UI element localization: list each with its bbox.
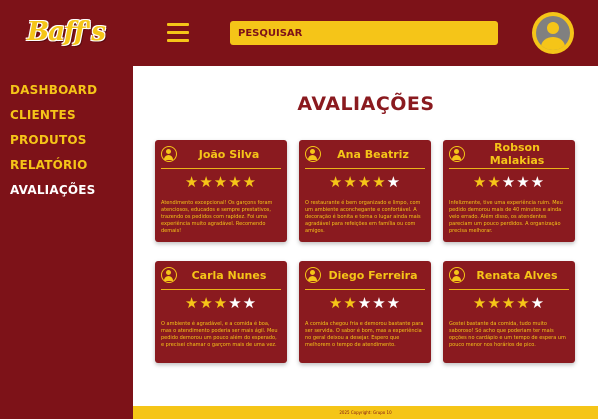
divider (161, 168, 281, 169)
star-filled-icon: ★ (213, 173, 229, 191)
star-filled-icon: ★ (472, 294, 488, 312)
divider (305, 289, 425, 290)
star-empty-icon: ★ (516, 173, 531, 191)
star-filled-icon: ★ (343, 173, 358, 191)
review-text: O ambiente é agradável, e a comida é boa… (161, 321, 278, 348)
star-empty-icon: ★ (501, 173, 517, 191)
brand-logo[interactable]: Baff's (18, 12, 114, 52)
star-filled-icon: ★ (213, 294, 229, 312)
star-filled-icon: ★ (199, 173, 214, 191)
sidebar-nav: DASHBOARD CLIENTES PRODUTOS RELATÓRIO AV… (10, 82, 97, 207)
review-text: O restaurante é bem organizado e limpo, … (305, 200, 421, 234)
star-filled-icon: ★ (328, 173, 344, 191)
sidebar-item-avaliacoes[interactable]: AVALIAÇÕES (10, 182, 97, 207)
star-filled-icon: ★ (487, 173, 502, 191)
footer-text: 2025 Copyright: Grupo 10 (339, 410, 392, 415)
star-filled-icon: ★ (184, 173, 200, 191)
sidebar-item-relatorio[interactable]: RELATÓRIO (10, 157, 97, 182)
star-rating: ★★★★★ (161, 295, 281, 313)
reviewer-name: Carla Nunes (191, 268, 267, 282)
logo-text: Baff's (27, 17, 106, 47)
star-filled-icon: ★ (199, 294, 214, 312)
star-empty-icon: ★ (228, 294, 243, 312)
reviewer-name: Renata Alves (476, 268, 558, 282)
star-empty-icon: ★ (530, 294, 546, 312)
star-filled-icon: ★ (372, 173, 387, 191)
search-input[interactable] (230, 21, 498, 45)
star-filled-icon: ★ (343, 294, 358, 312)
user-icon (161, 267, 177, 283)
star-filled-icon: ★ (357, 173, 373, 191)
review-card: Ana Beatriz ★★★★★ O restaurante é bem or… (299, 140, 431, 242)
star-filled-icon: ★ (228, 173, 243, 191)
top-bar (133, 0, 598, 66)
star-empty-icon: ★ (357, 294, 373, 312)
user-icon (305, 146, 321, 162)
reviewer-name: Robson Malakias (489, 141, 545, 167)
divider (449, 289, 569, 290)
divider (449, 168, 569, 169)
star-rating: ★★★★★ (449, 295, 569, 313)
star-empty-icon: ★ (386, 294, 402, 312)
review-card: João Silva ★★★★★ Atendimento excepcional… (155, 140, 287, 242)
sidebar: Baff's DASHBOARD CLIENTES PRODUTOS RELAT… (0, 0, 133, 419)
reviewer-name: Ana Beatriz (337, 147, 409, 161)
review-text: A comida chegou fria e demorou bastante … (305, 321, 424, 348)
user-avatar[interactable] (532, 12, 574, 54)
user-icon (161, 146, 177, 162)
star-filled-icon: ★ (328, 294, 344, 312)
review-text: Atendimento excepcional! Os garçons fora… (161, 200, 273, 234)
user-icon (536, 16, 570, 50)
star-rating: ★★★★★ (161, 174, 281, 192)
star-rating: ★★★★★ (305, 295, 425, 313)
star-filled-icon: ★ (487, 294, 502, 312)
star-rating: ★★★★★ (449, 174, 569, 192)
footer: 2025 Copyright: Grupo 10 (133, 406, 598, 419)
star-filled-icon: ★ (472, 173, 488, 191)
user-icon (449, 146, 465, 162)
divider (305, 168, 425, 169)
hamburger-menu-icon[interactable] (167, 23, 189, 42)
sidebar-item-produtos[interactable]: PRODUTOS (10, 132, 97, 157)
star-filled-icon: ★ (184, 294, 200, 312)
divider (161, 289, 281, 290)
star-empty-icon: ★ (530, 173, 546, 191)
review-card: Renata Alves ★★★★★ Gostei bastante da co… (443, 261, 575, 363)
review-card: Diego Ferreira ★★★★★ A comida chegou fri… (299, 261, 431, 363)
review-card: Robson Malakias ★★★★★ Infelizmente, tive… (443, 140, 575, 242)
star-empty-icon: ★ (372, 294, 387, 312)
review-text: Infelizmente, tive uma experiência ruim.… (449, 200, 563, 234)
user-icon (305, 267, 321, 283)
review-card: Carla Nunes ★★★★★ O ambiente é agradável… (155, 261, 287, 363)
star-empty-icon: ★ (242, 294, 258, 312)
review-text: Gostei bastante da comida, tudo muito sa… (449, 321, 566, 348)
reviewer-name: Diego Ferreira (328, 268, 418, 282)
star-filled-icon: ★ (516, 294, 531, 312)
star-rating: ★★★★★ (305, 174, 425, 192)
sidebar-item-clientes[interactable]: CLIENTES (10, 107, 97, 132)
star-empty-icon: ★ (386, 173, 402, 191)
star-filled-icon: ★ (501, 294, 517, 312)
reviewer-name: João Silva (198, 147, 260, 161)
user-icon (449, 267, 465, 283)
star-filled-icon: ★ (242, 173, 258, 191)
page-title: AVALIAÇÕES (297, 93, 435, 115)
sidebar-item-dashboard[interactable]: DASHBOARD (10, 82, 97, 107)
